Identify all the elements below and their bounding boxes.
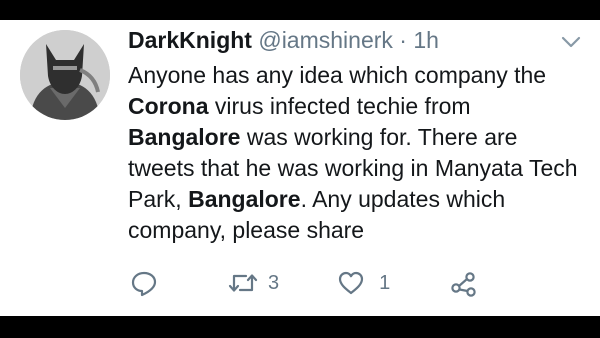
heart-icon xyxy=(339,271,364,295)
tweet-text-part: Anyone has any idea which company the xyxy=(128,62,547,88)
separator-dot: · xyxy=(399,27,407,53)
tweet-actions: 3 1 xyxy=(128,268,478,298)
display-name[interactable]: DarkKnight xyxy=(128,27,252,53)
retweet-count: 3 xyxy=(268,271,280,294)
tweet-bold-bangalore: Bangalore xyxy=(188,186,301,212)
tweet-text-part: virus infected techie from xyxy=(208,93,471,119)
timestamp[interactable]: 1h xyxy=(413,27,439,53)
reply-icon xyxy=(131,271,157,297)
tweet-bold-bangalore: Bangalore xyxy=(128,124,241,150)
tweet-text: Anyone has any idea which company the Co… xyxy=(128,60,588,246)
tweet-header: DarkKnight @iamshinerk · 1h xyxy=(128,26,560,54)
retweet-button[interactable]: 3 xyxy=(228,270,279,296)
tweet-card[interactable]: DarkKnight @iamshinerk · 1h Anyone has a… xyxy=(0,20,600,316)
retweet-icon xyxy=(228,274,258,292)
avatar-image xyxy=(20,30,110,120)
tweet-bold-corona: Corona xyxy=(128,93,209,119)
share-button[interactable] xyxy=(450,269,478,297)
screenshot-frame: DarkKnight @iamshinerk · 1h Anyone has a… xyxy=(0,0,600,338)
like-count: 1 xyxy=(379,271,391,294)
reply-button[interactable] xyxy=(130,269,158,297)
chevron-down-icon[interactable] xyxy=(560,34,582,50)
user-handle[interactable]: @iamshinerk xyxy=(258,27,393,53)
avatar[interactable] xyxy=(20,30,110,120)
like-button[interactable]: 1 xyxy=(337,270,390,296)
share-icon xyxy=(451,272,476,297)
